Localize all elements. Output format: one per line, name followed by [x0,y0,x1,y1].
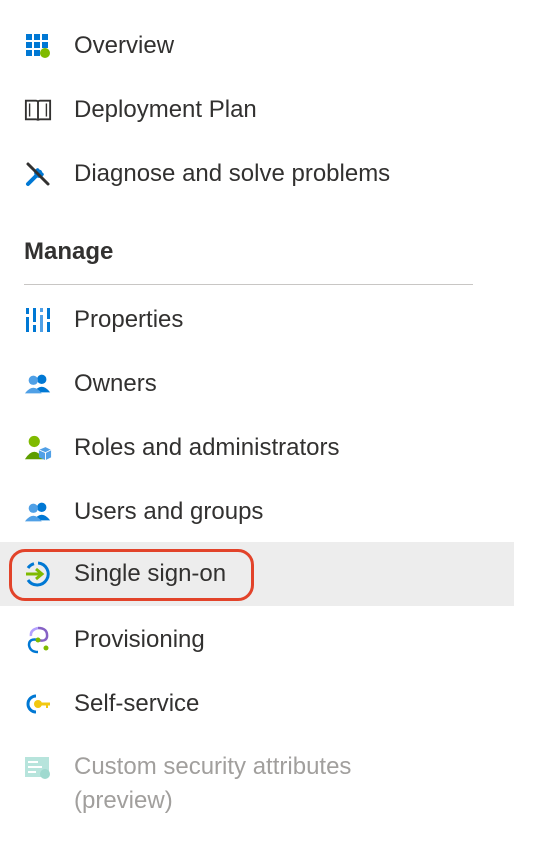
nav-item-label: Owners [74,370,157,397]
nav-item-overview[interactable]: Overview [0,14,514,78]
book-icon [24,96,52,124]
nav-item-properties[interactable]: Properties [0,288,514,352]
key-icon [24,690,52,718]
label-line-1: Custom security attributes [74,753,352,780]
nav-item-label: Overview [74,32,175,59]
user-role-icon [24,434,52,462]
provisioning-icon [24,626,52,654]
nav-item-label: Single sign-on [74,560,227,587]
users-icon [24,498,52,526]
custom-security-attributes-label: Custom security attributes (preview) [74,750,351,818]
nav-item-label: Diagnose and solve problems [74,160,391,187]
nav-item-label: Properties [74,306,184,333]
nav-item-provisioning[interactable]: Provisioning [0,608,514,672]
nav-item-diagnose[interactable]: Diagnose and solve problems [0,142,514,206]
attributes-icon [24,754,52,782]
label-line-2: (preview) [74,787,173,814]
overview-grid-icon [24,32,52,60]
nav-item-roles[interactable]: Roles and administrators [0,416,514,480]
nav-item-label: Roles and administrators [74,434,340,461]
sign-in-arrow-icon [24,560,52,588]
wrench-screwdriver-icon [24,160,52,188]
nav-item-label: Provisioning [74,626,205,653]
section-divider [24,284,473,285]
nav-item-owners[interactable]: Owners [0,352,514,416]
nav-item-label: Deployment Plan [74,96,257,123]
nav-item-label: Self-service [74,690,200,717]
nav-item-label: Users and groups [74,498,264,525]
properties-bars-icon [24,306,52,334]
section-header-manage: Manage [24,238,114,265]
nav-item-deployment-plan[interactable]: Deployment Plan [0,78,514,142]
users-icon [24,370,52,398]
nav-item-users-and-groups[interactable]: Users and groups [0,480,514,544]
nav-item-single-sign-on[interactable]: Single sign-on [0,542,514,606]
nav-item-self-service[interactable]: Self-service [0,672,514,736]
